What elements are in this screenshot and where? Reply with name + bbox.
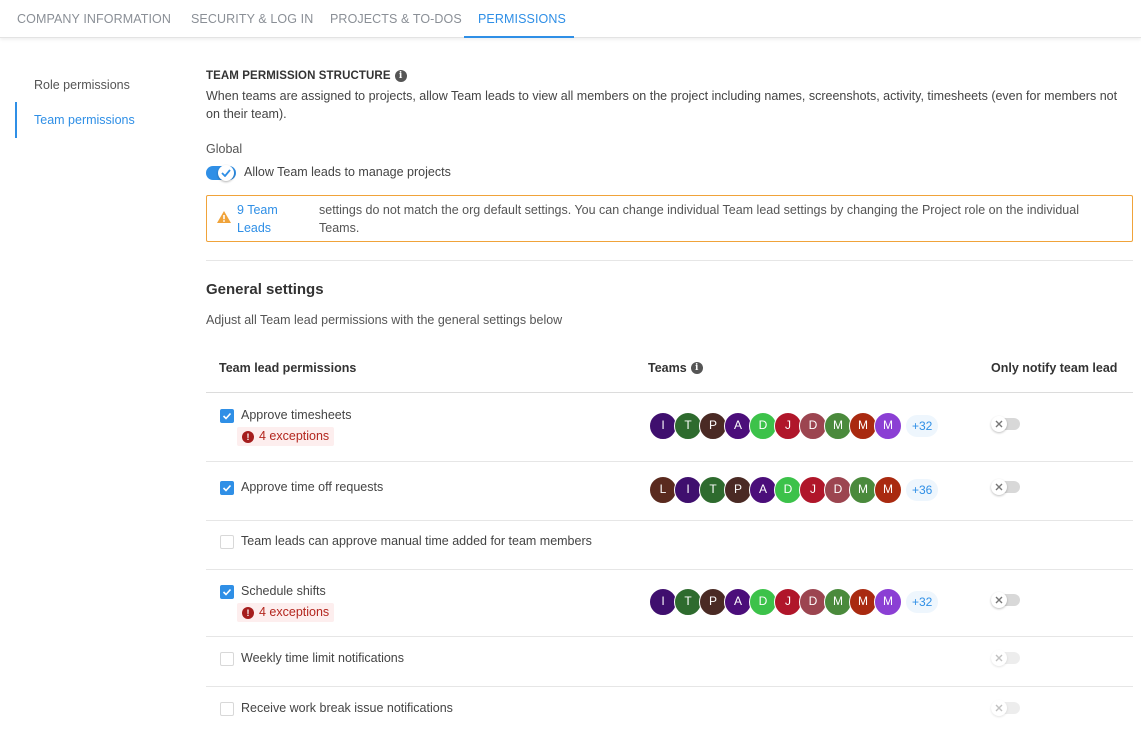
notify-toggle[interactable] xyxy=(991,650,1020,666)
team-avatar[interactable]: A xyxy=(724,588,752,616)
permission-label: Weekly time limit notifications xyxy=(241,651,405,665)
team-avatar[interactable]: D xyxy=(749,412,777,440)
exceptions-badge[interactable]: ! 4 exceptions xyxy=(237,427,335,446)
approve-manual-time-checkbox[interactable] xyxy=(220,535,234,549)
warning-text: settings do not match the org default se… xyxy=(319,203,1079,235)
schedule-shifts-checkbox[interactable] xyxy=(220,585,234,599)
section-divider xyxy=(206,260,1133,261)
close-icon xyxy=(991,650,1007,666)
manage-projects-label: Allow Team leads to manage projects xyxy=(244,165,451,179)
team-avatar[interactable]: D xyxy=(799,412,827,440)
team-avatar[interactable]: L xyxy=(649,476,677,504)
team-avatar[interactable]: P xyxy=(699,588,727,616)
row-divider xyxy=(206,569,1133,570)
header-permissions: Team lead permissions xyxy=(219,361,357,375)
team-avatar[interactable]: J xyxy=(774,412,802,440)
permission-label: Receive work break issue notifications xyxy=(241,701,453,715)
exceptions-label: 4 exceptions xyxy=(259,429,330,443)
info-icon[interactable]: i xyxy=(690,362,703,374)
team-avatar[interactable]: A xyxy=(724,412,752,440)
tab-permissions[interactable]: PERMISSIONS xyxy=(464,0,574,38)
team-avatar[interactable]: J xyxy=(774,588,802,616)
close-icon xyxy=(991,479,1007,495)
team-avatar[interactable]: T xyxy=(674,412,702,440)
team-avatar[interactable]: I xyxy=(649,588,677,616)
team-avatar[interactable]: A xyxy=(749,476,777,504)
row-divider xyxy=(206,686,1133,687)
team-avatar[interactable]: M xyxy=(874,588,902,616)
approve-time-off-checkbox[interactable] xyxy=(220,481,234,495)
header-teams: Teams xyxy=(648,361,687,375)
manage-projects-toggle[interactable] xyxy=(206,165,236,181)
team-avatar[interactable]: M xyxy=(849,412,877,440)
structure-title-row: TEAM PERMISSION STRUCTURE i xyxy=(206,70,407,82)
warning-icon xyxy=(217,210,231,228)
close-icon xyxy=(991,592,1007,608)
team-avatar[interactable]: I xyxy=(649,412,677,440)
team-avatar[interactable]: I xyxy=(674,476,702,504)
more-teams-badge[interactable]: +32 xyxy=(906,415,939,437)
more-teams-badge[interactable]: +32 xyxy=(906,591,939,613)
team-avatar[interactable]: D xyxy=(824,476,852,504)
sidebar-item-role-permissions[interactable]: Role permissions xyxy=(15,67,130,103)
row-divider xyxy=(206,520,1133,521)
notify-toggle[interactable] xyxy=(991,592,1020,608)
team-avatar[interactable]: D xyxy=(749,588,777,616)
header-teams-row: Teams i xyxy=(648,361,703,375)
structure-description: When teams are assigned to projects, all… xyxy=(206,89,1118,121)
team-avatar[interactable]: T xyxy=(699,476,727,504)
info-icon[interactable]: i xyxy=(394,70,407,82)
team-avatar[interactable]: D xyxy=(774,476,802,504)
team-avatars: I T P A D J D M M M +32 xyxy=(649,412,939,440)
work-break-checkbox[interactable] xyxy=(220,702,234,716)
team-avatar[interactable]: M xyxy=(849,476,877,504)
close-icon xyxy=(991,700,1007,716)
team-avatar[interactable]: M xyxy=(874,412,902,440)
error-icon: ! xyxy=(242,606,254,619)
team-avatar[interactable]: P xyxy=(724,476,752,504)
permission-label: Schedule shifts xyxy=(241,584,326,598)
team-avatar[interactable]: D xyxy=(799,588,827,616)
team-avatar[interactable]: M xyxy=(849,588,877,616)
notify-toggle[interactable] xyxy=(991,479,1020,495)
tab-security-log-in[interactable]: SECURITY & LOG IN xyxy=(191,0,313,38)
team-avatar[interactable]: T xyxy=(674,588,702,616)
tab-projects-todos[interactable]: PROJECTS & TO-DOS xyxy=(330,0,462,38)
general-settings-description: Adjust all Team lead permissions with th… xyxy=(206,313,563,327)
team-avatars: L I T P A D J D M M +36 xyxy=(649,476,939,504)
error-icon: ! xyxy=(242,430,254,443)
header-divider xyxy=(206,392,1133,393)
header-notify: Only notify team lead xyxy=(991,361,1118,375)
notify-toggle[interactable] xyxy=(991,416,1020,432)
team-avatar[interactable]: M xyxy=(824,412,852,440)
team-leads-link[interactable]: 9 Team Leads xyxy=(237,201,297,237)
notify-toggle[interactable] xyxy=(991,700,1020,716)
team-avatar[interactable]: J xyxy=(799,476,827,504)
close-icon xyxy=(991,416,1007,432)
structure-title: TEAM PERMISSION STRUCTURE xyxy=(206,70,391,82)
general-settings-title: General settings xyxy=(206,281,324,298)
more-teams-badge[interactable]: +36 xyxy=(906,479,939,501)
team-avatar[interactable]: M xyxy=(824,588,852,616)
check-icon xyxy=(218,165,234,181)
exceptions-badge[interactable]: ! 4 exceptions xyxy=(237,603,335,622)
team-avatar[interactable]: M xyxy=(874,476,902,504)
approve-timesheets-checkbox[interactable] xyxy=(220,409,234,423)
exceptions-label: 4 exceptions xyxy=(259,605,330,619)
global-label: Global xyxy=(206,142,243,156)
permission-label: Approve timesheets xyxy=(241,408,352,422)
row-divider xyxy=(206,636,1133,637)
weekly-limit-checkbox[interactable] xyxy=(220,652,234,666)
permission-label: Approve time off requests xyxy=(241,480,384,494)
permission-label: Team leads can approve manual time added… xyxy=(241,534,592,548)
team-avatar[interactable]: P xyxy=(699,412,727,440)
warning-banner: 9 Team Leads settings do not match the o… xyxy=(206,195,1133,242)
row-divider xyxy=(206,461,1133,462)
sidebar-item-team-permissions[interactable]: Team permissions xyxy=(15,102,135,138)
tab-company-information[interactable]: COMPANY INFORMATION xyxy=(17,0,171,38)
settings-tabs: COMPANY INFORMATION SECURITY & LOG IN PR… xyxy=(0,0,1141,38)
team-avatars: I T P A D J D M M M +32 xyxy=(649,588,939,616)
